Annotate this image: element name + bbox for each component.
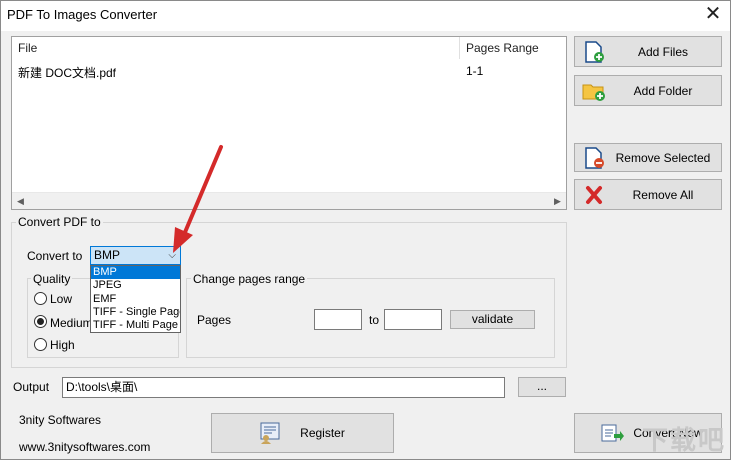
- company-name: 3nity Softwares: [19, 413, 102, 427]
- red-x-icon: [586, 185, 602, 204]
- to-label: to: [369, 313, 380, 327]
- format-option-tiff-single[interactable]: TIFF - Single Page: [91, 306, 180, 319]
- output-path-input[interactable]: D:\tools\桌面\: [62, 377, 505, 398]
- format-option-jpeg[interactable]: JPEG: [91, 279, 180, 292]
- register-button[interactable]: Register: [211, 413, 394, 453]
- add-folder-button[interactable]: Add Folder: [574, 75, 722, 106]
- validate-button[interactable]: validate: [450, 310, 535, 329]
- add-folder-icon: [582, 84, 605, 101]
- radio-medium-label: Medium: [50, 316, 93, 330]
- radio-medium[interactable]: [34, 315, 47, 328]
- scroll-left-icon[interactable]: ◀: [12, 193, 29, 209]
- quality-title: Quality: [31, 272, 73, 286]
- remove-all-button[interactable]: Remove All: [574, 179, 722, 210]
- close-icon[interactable]: ✕: [696, 1, 730, 29]
- range-cell[interactable]: 1-1: [466, 64, 483, 78]
- add-file-icon: [585, 40, 604, 63]
- convert-group-title: Convert PDF to: [16, 215, 103, 229]
- pages-range-title: Change pages range: [191, 272, 308, 286]
- format-option-tiff-multi[interactable]: TIFF - Multi Page: [91, 319, 180, 332]
- horizontal-scrollbar[interactable]: ◀ ▶: [12, 192, 566, 209]
- format-option-bmp[interactable]: BMP: [91, 266, 180, 280]
- watermark-logo: 下载吧: [641, 425, 726, 455]
- title-bar: PDF To Images Converter ✕: [1, 1, 730, 31]
- radio-low[interactable]: [34, 292, 47, 305]
- remove-selected-label: Remove Selected: [615, 150, 711, 165]
- column-header-file[interactable]: File: [12, 37, 460, 59]
- website-link[interactable]: www.3nitysoftwares.com: [19, 440, 150, 454]
- pages-from-input[interactable]: [314, 309, 362, 330]
- add-files-button[interactable]: Add Files: [574, 36, 722, 67]
- pages-label: Pages: [197, 313, 232, 327]
- radio-high[interactable]: [34, 338, 47, 351]
- column-header-pages-range[interactable]: Pages Range: [460, 37, 565, 59]
- file-cell[interactable]: 新建 DOC文档.pdf: [18, 64, 116, 81]
- window-title: PDF To Images Converter: [7, 7, 158, 22]
- convert-to-label: Convert to: [27, 249, 83, 263]
- format-selected-value: BMP: [94, 248, 121, 262]
- app-window: PDF To Images Converter ✕ File Pages Ran…: [0, 0, 731, 460]
- browse-button[interactable]: ...: [518, 377, 566, 397]
- register-label: Register: [300, 426, 345, 440]
- remove-selected-button[interactable]: Remove Selected: [574, 143, 722, 172]
- remove-file-icon: [585, 146, 604, 169]
- file-list[interactable]: File Pages Range 新建 DOC文档.pdf 1-1 ◀ ▶: [11, 36, 567, 210]
- add-folder-label: Add Folder: [633, 83, 693, 98]
- radio-low-label: Low: [50, 292, 73, 306]
- remove-all-label: Remove All: [632, 187, 694, 202]
- format-option-emf[interactable]: EMF: [91, 293, 180, 306]
- radio-high-label: High: [50, 338, 75, 352]
- scroll-right-icon[interactable]: ▶: [549, 193, 566, 209]
- pages-to-input[interactable]: [384, 309, 442, 330]
- red-arrow-annotation: [173, 145, 223, 253]
- output-label: Output: [13, 380, 50, 394]
- format-dropdown-list[interactable]: BMP JPEG EMF TIFF - Single Page TIFF - M…: [90, 265, 181, 333]
- add-files-label: Add Files: [637, 44, 689, 59]
